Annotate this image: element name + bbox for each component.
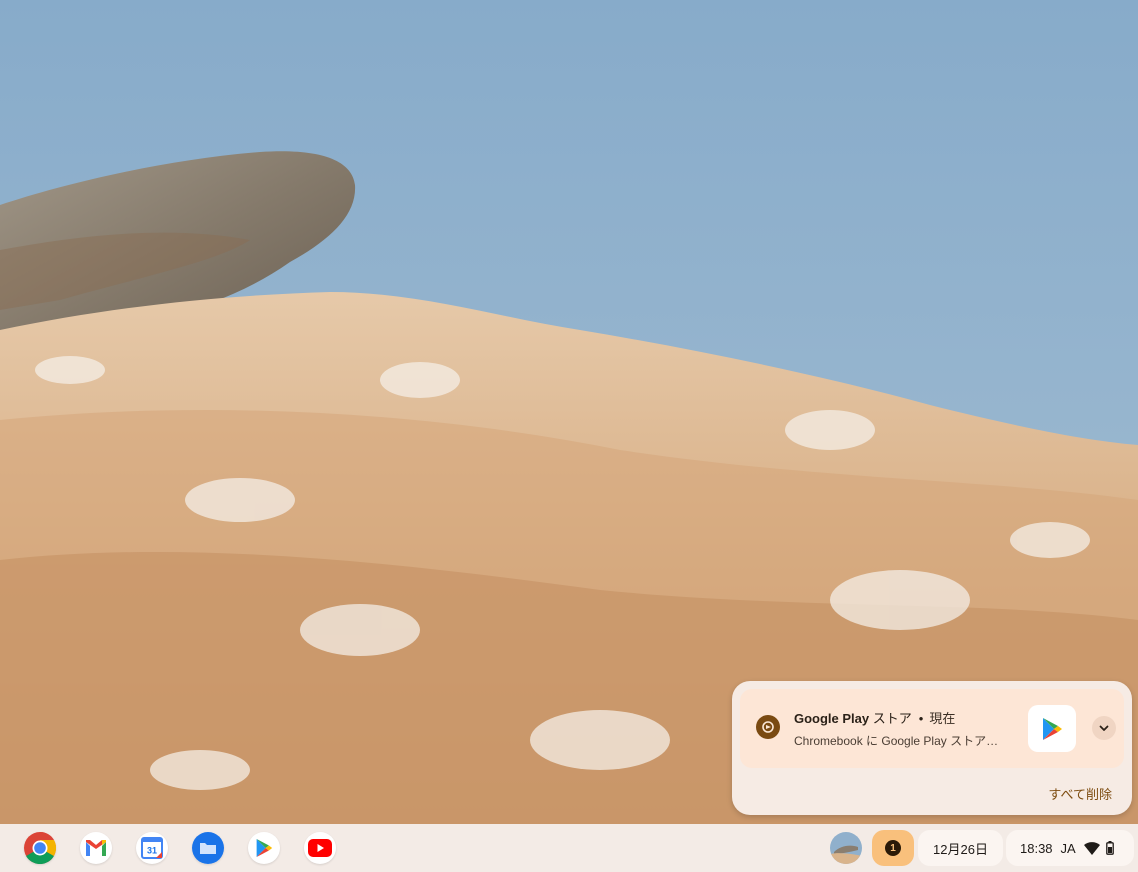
files-icon[interactable]: [192, 832, 224, 864]
date-label: 12月26日: [933, 841, 988, 857]
date-button[interactable]: 12月26日: [918, 830, 1003, 866]
calendar-day-label: 31: [147, 846, 157, 856]
app-badge-icon: [756, 715, 780, 739]
notification-counter-button[interactable]: 1: [872, 830, 914, 866]
ime-indicator: JA: [1060, 840, 1076, 856]
chrome-icon[interactable]: [24, 832, 56, 864]
youtube-icon[interactable]: [304, 832, 336, 864]
battery-icon: [1105, 841, 1114, 855]
notification-header: Google Play ストア • 現在: [794, 708, 955, 727]
clock-time: 18:38: [1020, 840, 1053, 856]
notification-message: Chromebook に Google Play ストア…: [794, 734, 999, 748]
google-play-icon: [1028, 705, 1076, 752]
expand-chevron-icon[interactable]: [1092, 716, 1116, 740]
play-store-icon[interactable]: [248, 832, 280, 864]
status-area-button[interactable]: 18:38 JA: [1006, 830, 1134, 866]
clear-all-button[interactable]: すべて削除: [1048, 784, 1112, 803]
shelf: 31 1 12月26日 18:38 JA: [0, 824, 1138, 872]
notification-time: 現在: [929, 711, 956, 726]
gmail-icon[interactable]: [80, 832, 112, 864]
notification-count-badge: 1: [885, 840, 901, 856]
notification-separator: •: [918, 711, 924, 726]
notification-card[interactable]: Google Play ストア • 現在 Chromebook に Google P…: [740, 689, 1124, 768]
notification-app-name: Google Play ストア: [794, 711, 912, 726]
wifi-icon: [1083, 841, 1100, 855]
calendar-icon[interactable]: 31: [136, 832, 168, 864]
notification-center: Google Play ストア • 現在 Chromebook に Google P…: [732, 681, 1132, 815]
avatar[interactable]: [830, 832, 862, 864]
